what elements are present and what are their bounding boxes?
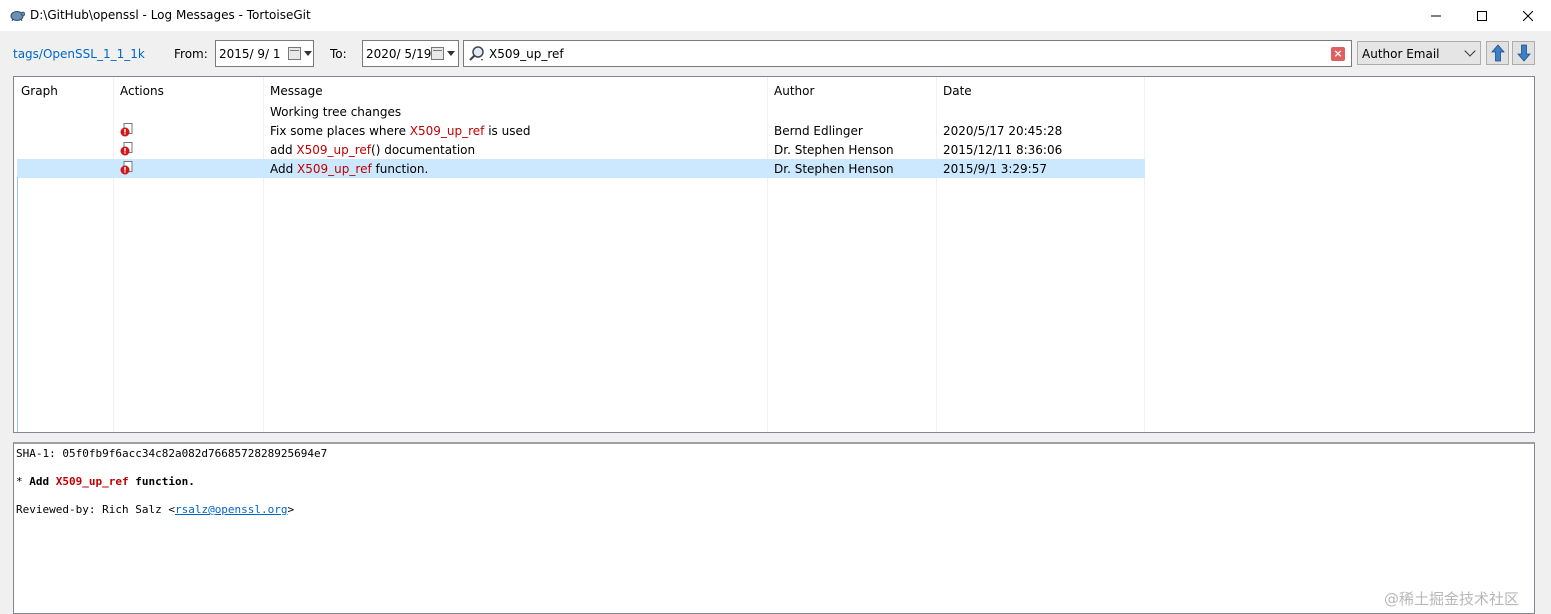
reviewed-by-line: Reviewed-by: Rich Salz <rsalz@openssl.or… [16, 503, 295, 516]
working-tree-label: Working tree changes [270, 105, 402, 119]
previous-match-button[interactable] [1486, 41, 1509, 65]
filter-field-select[interactable]: Author Email [1357, 41, 1481, 65]
from-label: From: [174, 47, 208, 61]
table-row[interactable]: Fix some places where X509_up_ref is use… [17, 121, 1145, 140]
commit-sha: SHA-1: 05f0fb9f6acc34c82a082d76685728289… [16, 447, 328, 460]
window-title: D:\GitHub\openssl - Log Messages - Torto… [30, 8, 311, 22]
commit-author: Dr. Stephen Henson [774, 162, 894, 176]
modified-file-icon [120, 161, 133, 175]
tortoise-icon [10, 11, 25, 22]
working-tree-row[interactable]: Working tree changes [17, 102, 1145, 121]
close-button[interactable] [1505, 0, 1551, 31]
commit-message: add X509_up_ref() documentation [270, 143, 476, 157]
search-input[interactable]: X509_up_ref × [463, 40, 1352, 67]
from-date-value: 2015/ 9/ 1 [219, 47, 281, 61]
to-label: To: [330, 47, 347, 61]
title-bar: D:\GitHub\openssl - Log Messages - Torto… [0, 0, 1551, 31]
calendar-icon [288, 47, 301, 60]
commit-message: Add X509_up_ref function. [270, 162, 429, 176]
watermark: @稀土掘金技术社区 [1384, 590, 1520, 608]
close-icon [1523, 10, 1533, 21]
column-header-author[interactable]: Author [774, 84, 814, 98]
column-header-date[interactable]: Date [943, 84, 972, 98]
commit-date: 2015/9/1 3:29:57 [943, 162, 1047, 176]
chevron-down-icon [447, 51, 455, 56]
calendar-icon [431, 47, 444, 60]
commit-date: 2020/5/17 20:45:28 [943, 124, 1063, 138]
table-row[interactable]: add X509_up_ref() documentation Dr. Step… [17, 140, 1145, 159]
email-link[interactable]: rsalz@openssl.org [175, 503, 288, 516]
column-header-graph[interactable]: Graph [21, 84, 58, 98]
arrow-down-icon [1516, 44, 1531, 62]
from-date-picker[interactable]: 2015/ 9/ 1 [215, 40, 314, 67]
commit-author: Dr. Stephen Henson [774, 143, 894, 157]
commit-message-detail: * Add X509_up_ref function. [16, 475, 195, 488]
arrow-up-icon [1490, 44, 1505, 62]
column-header-message[interactable]: Message [270, 84, 323, 98]
search-text: X509_up_ref [489, 47, 564, 61]
search-icon[interactable] [468, 45, 485, 62]
commit-details[interactable]: SHA-1: 05f0fb9f6acc34c82a082d76685728289… [13, 442, 1535, 614]
minimize-icon [1431, 15, 1441, 16]
modified-file-icon [120, 123, 133, 137]
minimize-button[interactable] [1413, 0, 1459, 31]
filter-toolbar: tags/OpenSSL_1_1_1k From: 2015/ 9/ 1 To:… [0, 31, 1551, 75]
log-list[interactable]: Graph Actions Message Author Date Workin… [13, 76, 1535, 433]
next-match-button[interactable] [1512, 41, 1535, 65]
column-header-actions[interactable]: Actions [120, 84, 164, 98]
to-date-value: 2020/ 5/19 [366, 47, 432, 61]
commit-author: Bernd Edlinger [774, 124, 863, 138]
filter-field-value: Author Email [1362, 47, 1440, 61]
table-row-selected[interactable]: Add X509_up_ref function. Dr. Stephen He… [17, 159, 1145, 178]
clear-search-icon[interactable]: × [1331, 47, 1345, 61]
commit-message: Fix some places where X509_up_ref is use… [270, 124, 531, 138]
panel-splitter[interactable] [13, 433, 1535, 442]
to-date-picker[interactable]: 2020/ 5/19 [362, 40, 459, 67]
maximize-button[interactable] [1459, 0, 1505, 31]
graph-line [17, 177, 18, 432]
modified-file-icon [120, 142, 133, 156]
maximize-icon [1477, 10, 1487, 21]
chevron-down-icon [304, 51, 312, 56]
branch-link[interactable]: tags/OpenSSL_1_1_1k [13, 47, 145, 61]
commit-date: 2015/12/11 8:36:06 [943, 143, 1063, 157]
chevron-down-icon [1464, 45, 1476, 57]
